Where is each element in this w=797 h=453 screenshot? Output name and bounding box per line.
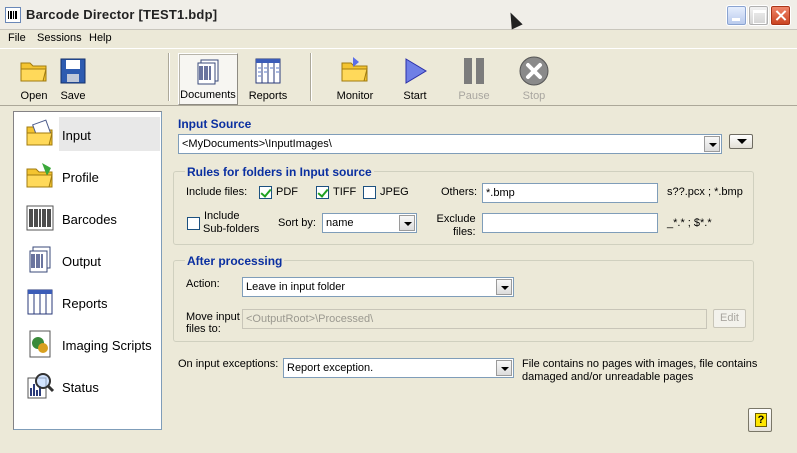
- nav-item-barcodes[interactable]: Barcodes: [17, 198, 160, 238]
- move-files-field[interactable]: [243, 310, 706, 328]
- input-source-menu-button[interactable]: [729, 134, 753, 149]
- close-button[interactable]: [770, 5, 791, 26]
- exclude-files-label: Exclude files:: [436, 213, 476, 238]
- chevron-down-icon[interactable]: [496, 360, 512, 376]
- menu-bar: File Sessions Help: [0, 30, 797, 48]
- chevron-down-icon[interactable]: [704, 136, 720, 152]
- nav-label: Barcodes: [62, 212, 117, 227]
- toolbar: Open Save Documents Reports Monitor Star…: [0, 48, 797, 106]
- reports-icon: [255, 58, 281, 84]
- start-button[interactable]: Start: [396, 53, 434, 105]
- action-combo[interactable]: Leave in input folder: [242, 277, 514, 297]
- sort-by-label: Sort by:: [278, 217, 316, 229]
- nav-item-input[interactable]: Input: [17, 114, 160, 154]
- open-button[interactable]: Open: [12, 53, 56, 105]
- chevron-down-icon[interactable]: [496, 279, 512, 295]
- profile-folder-icon: [26, 163, 53, 188]
- after-processing-groupbox: [173, 260, 754, 342]
- exclude-hint: _*.* ; $*.*: [667, 217, 712, 229]
- minimize-button[interactable]: [726, 5, 747, 26]
- menu-file[interactable]: File: [8, 32, 26, 44]
- maximize-button[interactable]: [748, 5, 769, 26]
- window-title: Barcode Director [TEST1.bdp]: [26, 7, 218, 22]
- documents-icon: [197, 59, 219, 85]
- include-subfolders-label: Include Sub-folders: [203, 210, 260, 235]
- others-input[interactable]: [482, 183, 658, 203]
- stop-button[interactable]: Stop: [514, 53, 554, 105]
- stop-icon: [519, 56, 549, 86]
- title-bar[interactable]: Barcode Director [TEST1.bdp]: [0, 0, 797, 30]
- input-source-combo[interactable]: <MyDocuments>\InputImages\: [178, 134, 722, 154]
- input-folder-icon: [26, 119, 53, 146]
- exceptions-label: On input exceptions:: [178, 358, 279, 370]
- rules-title: Rules for folders in Input source: [185, 165, 374, 179]
- reports-button[interactable]: Reports: [242, 53, 294, 105]
- nav-label: Input: [62, 128, 91, 143]
- nav-item-imaging-scripts[interactable]: Imaging Scripts: [17, 324, 160, 364]
- documents-button[interactable]: Documents: [178, 53, 238, 105]
- others-field[interactable]: [483, 184, 657, 202]
- imaging-scripts-icon: [29, 330, 51, 358]
- nav-item-status[interactable]: Status: [17, 366, 160, 406]
- input-source-title: Input Source: [178, 117, 252, 131]
- menu-help[interactable]: Help: [89, 32, 112, 44]
- nav-label: Reports: [62, 296, 108, 311]
- play-icon: [405, 58, 427, 84]
- chevron-down-icon[interactable]: [399, 215, 415, 231]
- open-folder-icon: [20, 62, 47, 82]
- status-magnifier-icon: [27, 373, 55, 399]
- include-subfolders-checkbox[interactable]: [187, 217, 200, 230]
- nav-label: Status: [62, 380, 99, 395]
- exceptions-note: File contains no pages with images, file…: [522, 358, 758, 383]
- move-files-label: Move input files to:: [186, 311, 240, 335]
- jpeg-checkbox[interactable]: [363, 186, 376, 199]
- others-hint: s??.pcx ; *.bmp: [667, 186, 743, 198]
- pause-button[interactable]: Pause: [454, 53, 494, 105]
- jpeg-label: JPEG: [380, 186, 409, 198]
- sort-by-combo[interactable]: name: [322, 213, 417, 233]
- tiff-checkbox[interactable]: [316, 186, 329, 199]
- floppy-disk-icon: [60, 58, 86, 84]
- tiff-label: TIFF: [333, 186, 357, 198]
- left-nav: Input Profile Barcodes Output Reports Im…: [13, 111, 162, 430]
- help-button[interactable]: ?: [748, 408, 772, 432]
- action-label: Action:: [186, 278, 220, 290]
- monitor-button[interactable]: Monitor: [330, 53, 380, 105]
- nav-item-output[interactable]: Output: [17, 240, 160, 280]
- after-processing-title: After processing: [185, 254, 285, 268]
- menu-sessions[interactable]: Sessions: [37, 32, 82, 44]
- input-settings-panel: Input Source <MyDocuments>\InputImages\ …: [165, 106, 797, 453]
- barcode-icon: [26, 205, 54, 231]
- save-button[interactable]: Save: [54, 53, 92, 105]
- pdf-checkbox[interactable]: [259, 186, 272, 199]
- app-barcode-icon: [5, 7, 21, 23]
- exceptions-combo[interactable]: Report exception.: [283, 358, 514, 378]
- include-files-label: Include files:: [186, 186, 248, 198]
- nav-label: Profile: [62, 170, 99, 185]
- pdf-label: PDF: [276, 186, 298, 198]
- output-documents-icon: [29, 246, 51, 273]
- pause-icon: [464, 58, 484, 84]
- exclude-files-input[interactable]: [482, 213, 658, 233]
- nav-label: Output: [62, 254, 102, 269]
- monitor-folder-icon: [341, 57, 368, 82]
- help-icon: ?: [755, 413, 767, 427]
- nav-item-profile[interactable]: Profile: [17, 156, 160, 196]
- move-files-input[interactable]: [242, 309, 707, 329]
- edit-button[interactable]: Edit: [713, 309, 746, 328]
- nav-label: Imaging Scripts: [62, 338, 152, 353]
- reports-table-icon: [27, 289, 53, 315]
- nav-item-reports[interactable]: Reports: [17, 282, 160, 322]
- others-label: Others:: [441, 186, 478, 198]
- exclude-files-field[interactable]: [483, 214, 657, 232]
